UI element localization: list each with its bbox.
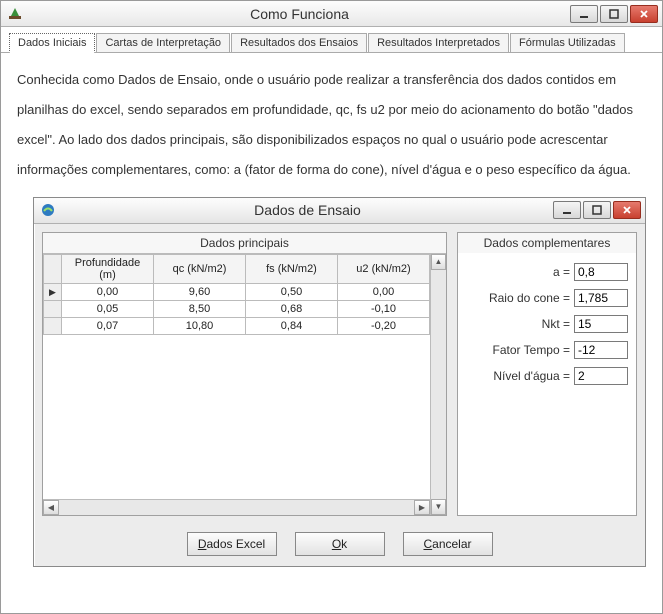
grid-cell[interactable]: -0,10 bbox=[338, 300, 430, 317]
app-icon bbox=[7, 6, 23, 22]
grid-cell[interactable]: 8,50 bbox=[154, 300, 246, 317]
tab-dados-iniciais[interactable]: Dados Iniciais bbox=[9, 33, 95, 53]
grid-cell[interactable]: 0,00 bbox=[338, 283, 430, 300]
column-header[interactable]: Profundidade (m) bbox=[62, 254, 154, 283]
comp-fields: a = Raio do cone = Nkt = Fator Tempo = Nível… bbox=[458, 253, 636, 395]
table-row[interactable]: 0,0710,800,84-0,20 bbox=[44, 317, 430, 334]
cancel-button[interactable]: Cancelar bbox=[403, 532, 493, 556]
inner-window-buttons bbox=[553, 201, 641, 219]
outer-window-buttons bbox=[570, 5, 658, 23]
column-header[interactable]: qc (kN/m2) bbox=[154, 254, 246, 283]
inner-close-button[interactable] bbox=[613, 201, 641, 219]
comp-field-input[interactable] bbox=[574, 315, 628, 333]
outer-window: Como Funciona Dados IniciaisCartas de In… bbox=[0, 0, 663, 614]
grid-cell[interactable]: 9,60 bbox=[154, 283, 246, 300]
grid-cell[interactable]: 10,80 bbox=[154, 317, 246, 334]
table-row[interactable]: 0,058,500,68-0,10 bbox=[44, 300, 430, 317]
maximize-button[interactable] bbox=[600, 5, 628, 23]
comp-field-label: Nkt = bbox=[542, 317, 570, 331]
comp-field-input[interactable] bbox=[574, 289, 628, 307]
row-indicator[interactable] bbox=[44, 300, 62, 317]
inner-window-title: Dados de Ensaio bbox=[62, 202, 553, 218]
grid-cell[interactable]: 0,07 bbox=[62, 317, 154, 334]
ok-button[interactable]: Ok bbox=[295, 532, 385, 556]
outer-titlebar: Como Funciona bbox=[1, 1, 662, 27]
scroll-right-icon[interactable]: ▶ bbox=[414, 500, 430, 515]
comp-field-input[interactable] bbox=[574, 367, 628, 385]
grid-cell[interactable]: 0,84 bbox=[246, 317, 338, 334]
data-grid-wrap: Profundidade (m)qc (kN/m2)fs (kN/m2)u2 (… bbox=[43, 253, 446, 515]
inner-app-icon bbox=[40, 202, 56, 218]
dialog-buttons: Dados Excel Ok Cancelar bbox=[34, 524, 645, 566]
inner-body: Dados principais Profundidade (m)qc (kN/… bbox=[34, 224, 645, 524]
grid-corner bbox=[44, 254, 62, 283]
grid-vertical-scrollbar[interactable]: ▲ ▼ bbox=[430, 254, 446, 515]
close-button[interactable] bbox=[630, 5, 658, 23]
inner-titlebar: Dados de Ensaio bbox=[34, 198, 645, 224]
table-row[interactable]: 0,009,600,500,00 bbox=[44, 283, 430, 300]
comp-field-row: Raio do cone = bbox=[466, 289, 628, 307]
inner-window: Dados de Ensaio Dados principais Profund… bbox=[33, 197, 646, 567]
comp-field-label: Fator Tempo = bbox=[493, 343, 570, 357]
column-header[interactable]: fs (kN/m2) bbox=[246, 254, 338, 283]
inner-maximize-button[interactable] bbox=[583, 201, 611, 219]
minimize-button[interactable] bbox=[570, 5, 598, 23]
scroll-up-icon[interactable]: ▲ bbox=[431, 254, 446, 270]
comp-field-input[interactable] bbox=[574, 341, 628, 359]
comp-field-label: Raio do cone = bbox=[489, 291, 570, 305]
tabs-row: Dados IniciaisCartas de InterpretaçãoRes… bbox=[1, 27, 662, 53]
tab-resultados-interpretados[interactable]: Resultados Interpretados bbox=[368, 33, 509, 52]
main-data-panel: Dados principais Profundidade (m)qc (kN/… bbox=[42, 232, 447, 516]
tab-cartas-de-interpreta-o[interactable]: Cartas de Interpretação bbox=[96, 33, 230, 52]
inner-minimize-button[interactable] bbox=[553, 201, 581, 219]
comp-field-row: Nkt = bbox=[466, 315, 628, 333]
comp-field-input[interactable] bbox=[574, 263, 628, 281]
tab-f-rmulas-utilizadas[interactable]: Fórmulas Utilizadas bbox=[510, 33, 625, 52]
grid-cell[interactable]: 0,68 bbox=[246, 300, 338, 317]
scroll-down-icon[interactable]: ▼ bbox=[431, 499, 446, 515]
grid-cell[interactable]: 0,50 bbox=[246, 283, 338, 300]
comp-data-title: Dados complementares bbox=[458, 233, 636, 253]
grid-cell[interactable]: 0,05 bbox=[62, 300, 154, 317]
comp-field-label: Nível d'água = bbox=[493, 369, 570, 383]
dados-excel-button[interactable]: Dados Excel bbox=[187, 532, 277, 556]
comp-field-label: a = bbox=[553, 265, 570, 279]
row-indicator[interactable] bbox=[44, 317, 62, 334]
grid-cell[interactable]: 0,00 bbox=[62, 283, 154, 300]
column-header[interactable]: u2 (kN/m2) bbox=[338, 254, 430, 283]
grid-cell[interactable]: -0,20 bbox=[338, 317, 430, 334]
tab-resultados-dos-ensaios[interactable]: Resultados dos Ensaios bbox=[231, 33, 367, 52]
comp-field-row: Fator Tempo = bbox=[466, 341, 628, 359]
description-text: Conhecida como Dados de Ensaio, onde o u… bbox=[1, 53, 662, 193]
scroll-left-icon[interactable]: ◀ bbox=[43, 500, 59, 515]
data-grid[interactable]: Profundidade (m)qc (kN/m2)fs (kN/m2)u2 (… bbox=[43, 254, 430, 335]
outer-window-title: Como Funciona bbox=[29, 6, 570, 22]
grid-horizontal-scrollbar[interactable]: ◀ ▶ bbox=[43, 499, 430, 515]
row-indicator[interactable] bbox=[44, 283, 62, 300]
main-data-title: Dados principais bbox=[43, 233, 446, 253]
comp-field-row: Nível d'água = bbox=[466, 367, 628, 385]
comp-field-row: a = bbox=[466, 263, 628, 281]
comp-data-panel: Dados complementares a = Raio do cone = Nk… bbox=[457, 232, 637, 516]
